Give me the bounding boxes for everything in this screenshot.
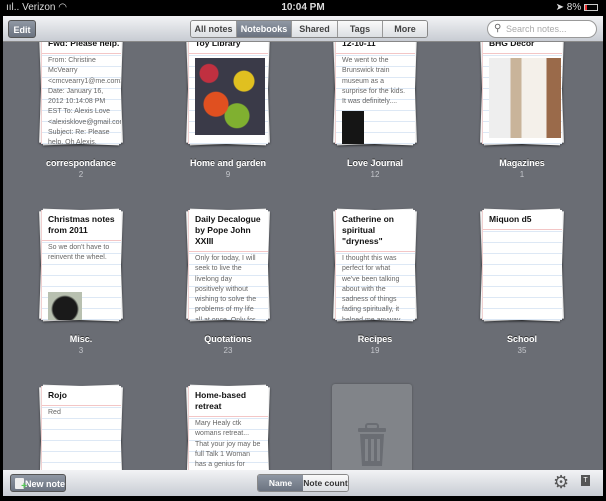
tab-shared[interactable]: Shared [292,21,338,37]
notebook-count: 9 [225,170,231,179]
notebook-stack: Fwd: Please help. From: Christine McVearr… [39,42,123,146]
note-title: Miquon d5 [483,214,562,230]
note-snippet: Mary Healy ctk womans retreat... That yo… [195,420,261,469]
new-note-icon: + [15,478,27,492]
battery: ➤ 8% [556,2,598,13]
edit-button[interactable]: Edit [8,20,36,38]
notebook-name: School [506,334,537,344]
gear-icon[interactable]: ⚙ [553,472,569,493]
note-snippet: Red [48,409,61,416]
view-tabs: All notes Notebooks Shared Tags More [190,20,428,38]
search-input[interactable]: ⚲ Search notes... [487,20,597,38]
new-note-label: New note [25,479,66,489]
notebook-stack: Home-based retreat Mary Healy ctk womans … [186,384,270,470]
text-size-icon[interactable]: T [581,475,590,486]
search-placeholder: Search notes... [506,24,567,34]
battery-icon [584,3,598,11]
notebook-name: Love Journal [346,158,403,168]
tab-tags[interactable]: Tags [338,21,383,37]
note-snippet: I thought this was perfect for what we'v… [342,255,402,320]
notebook-correspondance[interactable]: Fwd: Please help. From: Christine McVearr… [16,42,146,179]
new-note-button[interactable]: + New note [10,474,66,492]
notebook-count: 23 [223,346,233,355]
note-title: BHG Decor [483,42,562,54]
tab-all-notes[interactable]: All notes [191,21,237,37]
notebook-misc[interactable]: Christmas notes from 2011 So we don't hav… [16,208,146,355]
notebook-stack: Christmas notes from 2011 So we don't hav… [39,208,123,322]
notebook-count: 12 [370,170,380,179]
note-title: Rojo [42,390,121,406]
sort-by-name[interactable]: Name [258,475,303,491]
toys-photo [195,58,265,135]
clock: 10:04 PM [281,2,325,13]
note-snippet: So we don't have to reinvent the wheel. [48,244,110,262]
notebook-love-journal[interactable]: 12-10-11 We went to the Brunswick train m… [310,42,440,179]
notebook-magazines[interactable]: BHG Decor Magazines 1 [457,42,587,179]
note-title: Christmas notes from 2011 [42,214,121,241]
notebook-stack: Rojo Red [39,384,123,470]
notebook-name: Magazines [499,158,545,168]
notebook-rojo[interactable]: Rojo Red [16,384,146,470]
notebook-stack: Toy Library [186,42,270,146]
notebook-stack: Daily Decalogue by Pope John XXIII Only f… [186,208,270,322]
sort-toggle: Name Note count [257,474,349,492]
notebook-name: Quotations [204,334,252,344]
notebook-home-and-garden[interactable]: Toy Library Home and garden 9 [163,42,293,179]
notebook-grid: Fwd: Please help. From: Christine McVearr… [3,42,603,470]
tab-notebooks[interactable]: Notebooks [237,21,292,37]
tab-more[interactable]: More [383,21,427,37]
note-title: Catherine on spiritual "dryness" [336,214,415,252]
train-photo [342,111,364,144]
note-title: 12-10-11 [336,42,415,54]
notebook-name: Recipes [357,334,393,344]
sort-by-note-count[interactable]: Note count [303,475,348,491]
notebook-stack: Catherine on spiritual "dryness" I though… [333,208,417,322]
note-title: Home-based retreat [189,390,268,417]
notebook-recipes[interactable]: Catherine on spiritual "dryness" I though… [310,208,440,355]
notebook-stack: 12-10-11 We went to the Brunswick train m… [333,42,417,146]
notebook-home-based-retreat[interactable]: Home-based retreat Mary Healy ctk womans … [163,384,293,470]
notebook-quotations[interactable]: Daily Decalogue by Pope John XXIII Only f… [163,208,293,355]
notebook-stack: BHG Decor [480,42,564,146]
notebook-name: Misc. [69,334,93,344]
notebook-count: 3 [78,346,84,355]
notebook-name: Home and garden [189,158,266,168]
notebook-count: 1 [519,170,525,179]
status-bar: ııl.. Verizon ◠ 10:04 PM ➤ 8% [0,0,606,16]
trash-icon [358,423,386,466]
tree-photo [48,291,82,320]
notebook-stack: Miquon d5 [480,208,564,322]
notebook-count: 35 [517,346,527,355]
notebook-name: correspondance [45,158,117,168]
search-icon: ⚲ [494,23,502,34]
note-title: Fwd: Please help. [42,42,121,54]
top-toolbar: Edit All notes Notebooks Shared Tags Mor… [3,16,603,42]
note-snippet: Only for today, I will seek to live the … [195,255,257,320]
magazine-photo [489,58,561,138]
note-snippet: From: Christine McVearry <cmcvearry1@me.… [48,57,121,144]
bottom-toolbar: + New note Name Note count ⚙ T [3,470,603,496]
notebook-count: 2 [78,170,84,179]
notebook-count: 19 [370,346,380,355]
notebook-school[interactable]: Miquon d5 School 35 [457,208,587,355]
battery-percent: 8% [566,2,582,13]
trash-notebook[interactable] [332,384,412,470]
note-snippet: We went to the Brunswick train museum as… [342,57,406,106]
note-title: Daily Decalogue by Pope John XXIII [189,214,268,252]
note-title: Toy Library [189,42,268,54]
